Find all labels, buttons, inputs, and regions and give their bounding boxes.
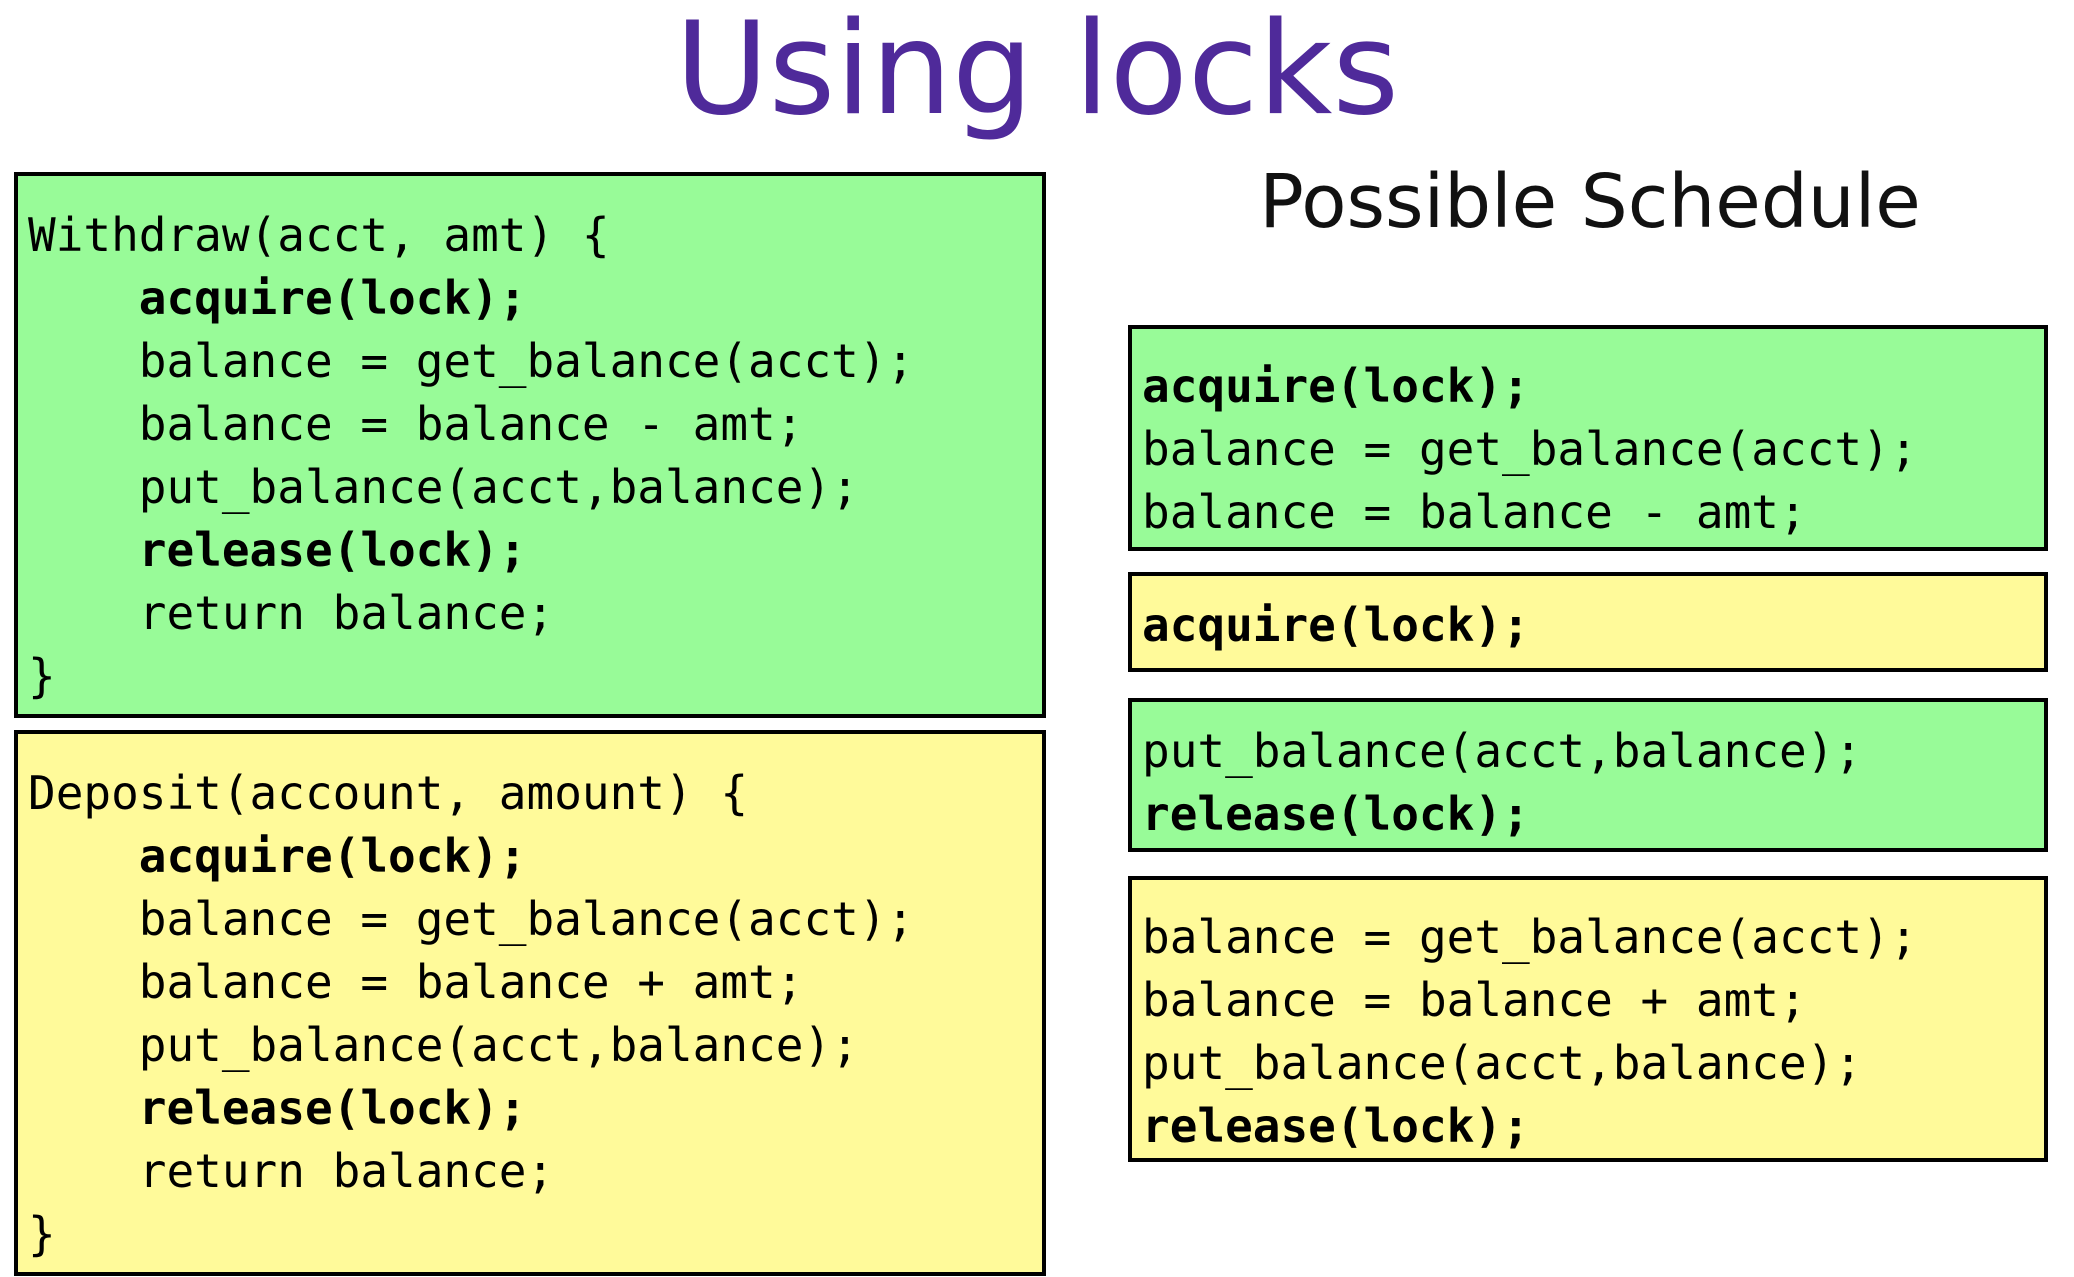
- code-line: balance = balance + amt;: [1142, 973, 1807, 1027]
- code-line: acquire(lock);: [28, 829, 527, 883]
- schedule-step-withdraw-2: put_balance(acct,balance); release(lock)…: [1128, 698, 2048, 852]
- deposit-code-block: Deposit(account, amount) { acquire(lock)…: [14, 730, 1046, 1276]
- code-line: balance = get_balance(acct);: [28, 334, 915, 388]
- slide-title: Using locks: [674, 0, 1400, 144]
- code-line: }: [28, 649, 56, 703]
- code-line: return balance;: [28, 586, 555, 640]
- code-line: acquire(lock);: [1142, 359, 1530, 413]
- code-line: put_balance(acct,balance);: [28, 1018, 859, 1072]
- schedule-heading: Possible Schedule: [1259, 159, 1921, 245]
- code-line: release(lock);: [28, 523, 527, 577]
- code-line: acquire(lock);: [1142, 598, 1530, 652]
- code-line: balance = get_balance(acct);: [28, 892, 915, 946]
- code-line: Deposit(account, amount) {: [28, 766, 749, 820]
- code-line: balance = balance + amt;: [28, 955, 804, 1009]
- code-line: balance = balance - amt;: [1142, 485, 1807, 539]
- code-line: release(lock);: [1142, 787, 1530, 841]
- code-line: balance = get_balance(acct);: [1142, 422, 1918, 476]
- withdraw-code-block: Withdraw(acct, amt) { acquire(lock); bal…: [14, 172, 1046, 718]
- code-line: release(lock);: [28, 1081, 527, 1135]
- code-line: balance = get_balance(acct);: [1142, 910, 1918, 964]
- schedule-step-deposit-1: acquire(lock);: [1128, 572, 2048, 672]
- code-line: release(lock);: [1142, 1099, 1530, 1153]
- code-line: acquire(lock);: [28, 271, 527, 325]
- schedule-step-withdraw-1: acquire(lock); balance = get_balance(acc…: [1128, 325, 2048, 551]
- code-line: put_balance(acct,balance);: [1142, 724, 1863, 778]
- code-line: put_balance(acct,balance);: [28, 460, 859, 514]
- code-line: balance = balance - amt;: [28, 397, 804, 451]
- code-line: }: [28, 1207, 56, 1261]
- code-line: return balance;: [28, 1144, 555, 1198]
- code-line: put_balance(acct,balance);: [1142, 1036, 1863, 1090]
- code-line: Withdraw(acct, amt) {: [28, 208, 610, 262]
- schedule-step-deposit-2: balance = get_balance(acct); balance = b…: [1128, 876, 2048, 1162]
